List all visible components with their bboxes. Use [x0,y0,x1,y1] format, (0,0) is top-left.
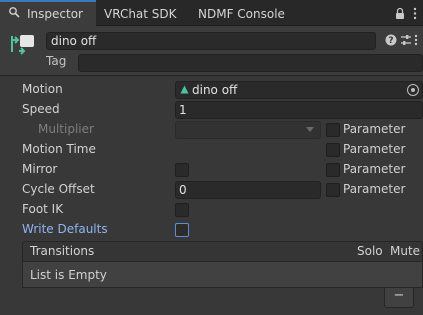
tab-inspector-label: Inspector [27,7,83,21]
mirror-parameter-checkbox[interactable] [326,163,340,177]
mirror-label: Mirror [22,162,58,176]
multiplier-parameter-checkbox[interactable] [326,123,340,137]
mute-column-label: Mute [390,244,421,258]
multiplier-label: Multiplier [38,122,94,136]
transitions-header: Transitions Solo Mute [22,241,423,261]
foot-ik-label: Foot IK [22,202,64,216]
multiplier-dropdown[interactable] [175,121,321,139]
tab-bar-controls [395,4,417,22]
motion-time-parameter-checkbox[interactable] [326,143,340,157]
object-name-input[interactable]: dino off [46,32,376,50]
list-empty-text: List is Empty [30,268,107,282]
multiplier-parameter-label: Parameter [343,122,406,136]
component-menu-icon[interactable] [411,32,421,48]
mirror-parameter-label: Parameter [343,162,406,176]
animation-clip-icon [180,85,189,94]
speed-field[interactable]: 1 [175,101,423,119]
motion-label: Motion [22,82,63,96]
lock-icon[interactable] [395,7,405,20]
inspector-header: dino off ? Tag [0,26,423,76]
motion-field[interactable]: dino off [175,81,423,99]
tab-inspector[interactable]: Inspector [0,0,96,26]
tab-vrchat-sdk-label: VRChat SDK [104,7,177,21]
help-icon[interactable]: ? [384,32,398,48]
write-defaults-label: Write Defaults [22,222,108,236]
chevron-down-icon [306,127,314,132]
tag-field[interactable] [78,54,423,72]
tab-ndmf-console[interactable]: NDMF Console [198,2,285,26]
motion-time-label: Motion Time [22,142,96,156]
motion-value: dino off [192,83,238,97]
mirror-checkbox[interactable] [175,163,189,177]
cycle-offset-parameter-checkbox[interactable] [326,183,340,197]
motion-time-parameter-label: Parameter [343,142,406,156]
transitions-list: List is Empty [22,261,423,288]
cycle-offset-field[interactable]: 0 [175,181,321,199]
more-options-icon[interactable] [413,7,417,20]
tab-ndmf-console-label: NDMF Console [198,7,285,21]
foot-ik-checkbox[interactable] [175,203,189,217]
object-picker-icon[interactable] [407,84,419,96]
animation-state-icon [11,35,34,55]
tab-bar: Inspector VRChat SDK NDMF Console [0,0,423,26]
speed-label: Speed [22,102,60,116]
write-defaults-checkbox[interactable] [175,223,189,237]
transitions-title: Transitions [30,244,95,258]
cycle-offset-label: Cycle Offset [22,182,95,196]
remove-transition-button[interactable]: − [384,288,414,308]
svg-text:?: ? [388,36,393,46]
tag-label: Tag [46,54,67,68]
cycle-offset-parameter-label: Parameter [343,182,406,196]
inspector-icon [9,7,20,18]
tab-vrchat-sdk[interactable]: VRChat SDK [104,2,177,26]
solo-column-label: Solo [357,244,383,258]
